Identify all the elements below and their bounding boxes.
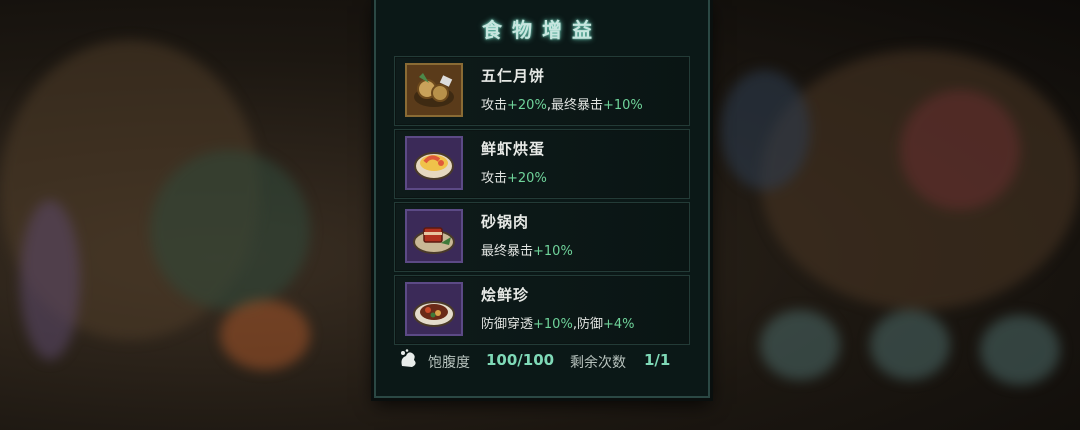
braised-delicacy-icon xyxy=(405,282,463,336)
satiety-label: 饱腹度 xyxy=(428,355,470,371)
food-name: 鲜虾烘蛋 xyxy=(481,140,546,158)
food-list: 五仁月饼 攻击+20%,最终暴击+10% 鲜虾烘蛋 攻击+20% 砂锅肉 最终暴… xyxy=(394,56,690,348)
food-item-mooncake[interactable]: 五仁月饼 攻击+20%,最终暴击+10% xyxy=(394,56,690,126)
shrimp-egg-icon xyxy=(405,136,463,190)
food-buff-panel: 食物增益 五仁月饼 攻击+20%,最终暴击+10% 鲜虾烘蛋 攻击+20% 砂锅… xyxy=(374,0,710,398)
food-name: 五仁月饼 xyxy=(481,67,546,85)
food-item-clay-pot-meat[interactable]: 砂锅肉 最终暴击+10% xyxy=(394,202,690,272)
food-item-shrimp-egg[interactable]: 鲜虾烘蛋 攻击+20% xyxy=(394,129,690,199)
mooncake-icon xyxy=(405,63,463,117)
clay-pot-meat-icon xyxy=(405,209,463,263)
food-effect: 防御穿透+10%,防御+4% xyxy=(481,317,635,332)
satiety-footer: 饱腹度 100/100 剩余次数 1/1 xyxy=(398,349,688,372)
food-name: 烩鲜珍 xyxy=(481,286,530,304)
remaining-value: 1/1 xyxy=(644,351,671,369)
food-effect: 攻击+20%,最终暴击+10% xyxy=(481,98,643,113)
food-effect: 最终暴击+10% xyxy=(481,244,573,259)
food-item-braised-delicacy[interactable]: 烩鲜珍 防御穿透+10%,防御+4% xyxy=(394,275,690,345)
stomach-icon xyxy=(401,349,416,367)
satiety-value: 100/100 xyxy=(486,351,555,369)
food-effect: 攻击+20% xyxy=(481,171,547,186)
remaining-label: 剩余次数 xyxy=(570,355,626,371)
food-name: 砂锅肉 xyxy=(481,213,530,231)
panel-title: 食物增益 xyxy=(482,18,602,42)
